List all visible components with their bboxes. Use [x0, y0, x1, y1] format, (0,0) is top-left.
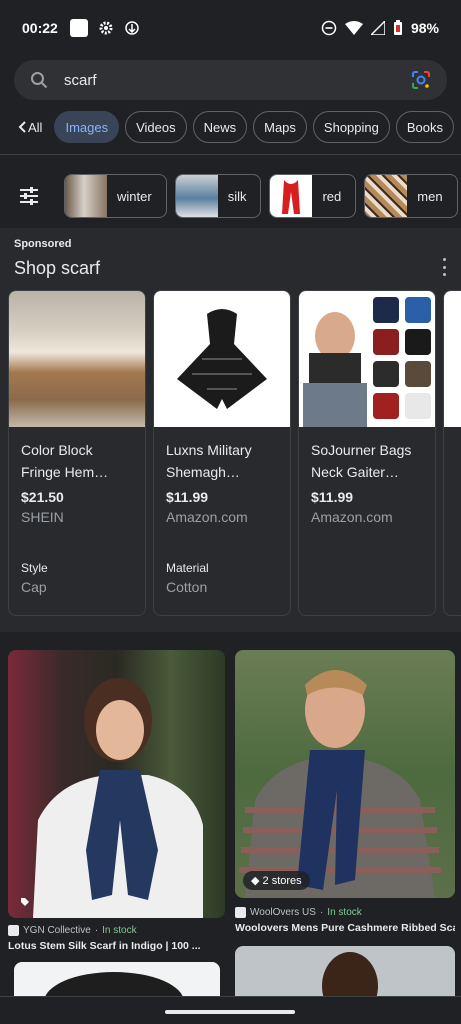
- wifi-icon: [344, 21, 363, 35]
- tag-icon: [21, 898, 29, 906]
- source-name: YGN Collective: [23, 925, 91, 936]
- related-chip-men[interactable]: men: [364, 174, 458, 218]
- result-source[interactable]: WoolOvers US · In stock: [235, 907, 362, 918]
- product-card-partial[interactable]: [443, 290, 461, 616]
- chip-label: men: [417, 188, 443, 204]
- product-price: $11.99: [311, 489, 354, 505]
- product-image: [9, 291, 145, 427]
- product-price: $21.50: [21, 489, 64, 505]
- tab-news[interactable]: News: [192, 111, 248, 143]
- search-icon: [31, 72, 48, 89]
- chip-thumbnail: [365, 175, 408, 217]
- chip-thumbnail: [270, 175, 313, 217]
- status-time: 00:22: [22, 20, 58, 36]
- related-chip-red[interactable]: red: [269, 174, 357, 218]
- result-source[interactable]: YGN Collective · In stock: [8, 925, 137, 936]
- product-image: [299, 291, 435, 427]
- chevron-left-icon: [18, 121, 26, 133]
- product-attribute-key: Material: [166, 561, 209, 575]
- product-card[interactable]: Color Block Fringe Hem… $21.50 SHEIN Sty…: [8, 290, 146, 616]
- search-tabs: All Images Videos News Maps Shopping Boo…: [0, 110, 461, 144]
- filter-sliders-icon[interactable]: [18, 185, 40, 207]
- product-name: Color Block: [21, 442, 93, 458]
- result-title[interactable]: Woolovers Mens Pure Cashmere Ribbed Sca.…: [235, 922, 455, 934]
- product-store: Amazon.com: [166, 509, 248, 525]
- stock-status: In stock: [102, 925, 137, 936]
- status-bar: 00:22 98%: [0, 0, 461, 56]
- chip-label: winter: [117, 188, 152, 204]
- result-image[interactable]: [235, 946, 455, 1002]
- product-carousel: Color Block Fringe Hem… $21.50 SHEIN Sty…: [8, 290, 461, 616]
- site-favicon-icon: [8, 925, 19, 936]
- shop-title: Shop scarf: [14, 258, 101, 278]
- stores-count: 2 stores: [262, 875, 302, 887]
- sponsored-label: Sponsored: [14, 238, 72, 250]
- tab-all-label: All: [28, 119, 43, 135]
- related-searches: winter silk red men: [0, 174, 461, 218]
- settings-icon: [99, 21, 113, 35]
- product-name: SoJourner Bags: [311, 442, 412, 458]
- result-image[interactable]: ◆ 2 stores: [235, 650, 455, 898]
- product-store: SHEIN: [21, 509, 64, 525]
- stores-badge: ◆ 2 stores: [243, 871, 310, 890]
- product-name: Shemagh…: [166, 464, 240, 480]
- product-image: [154, 291, 290, 427]
- site-favicon-icon: [235, 907, 246, 918]
- tabs-divider: [0, 154, 461, 155]
- tab-maps[interactable]: Maps: [253, 111, 307, 143]
- app-notification-icon: [69, 19, 88, 37]
- tab-images[interactable]: Images: [54, 111, 120, 143]
- result-image[interactable]: [8, 650, 225, 918]
- google-lens-icon[interactable]: [411, 70, 431, 90]
- more-vert-icon[interactable]: [443, 258, 447, 276]
- product-card[interactable]: Luxns Military Shemagh… $11.99 Amazon.co…: [153, 290, 291, 616]
- tab-books[interactable]: Books: [395, 111, 455, 143]
- tab-all[interactable]: All: [16, 111, 48, 143]
- do-not-disturb-icon: [321, 20, 337, 36]
- product-name: Luxns Military: [166, 442, 252, 458]
- chip-label: red: [322, 188, 342, 204]
- stock-status: In stock: [327, 907, 362, 918]
- product-name: Neck Gaiter…: [311, 464, 399, 480]
- chip-label: silk: [227, 188, 247, 204]
- battery-icon: [393, 20, 402, 35]
- product-card[interactable]: SoJourner Bags Neck Gaiter… $11.99 Amazo…: [298, 290, 436, 616]
- product-image: [444, 291, 461, 427]
- product-attribute-value: Cotton: [166, 579, 208, 595]
- battery-percent: 98%: [410, 20, 439, 36]
- search-bar[interactable]: scarf: [14, 60, 447, 100]
- result-title[interactable]: Lotus Stem Silk Scarf in Indigo | 100 ..…: [8, 940, 225, 952]
- search-input[interactable]: scarf: [64, 72, 411, 89]
- tab-shopping[interactable]: Shopping: [312, 111, 390, 143]
- data-saver-icon: [125, 21, 139, 35]
- product-attribute-key: Style: [21, 561, 48, 575]
- separator: ·: [319, 907, 324, 918]
- related-chip-winter[interactable]: winter: [64, 174, 167, 218]
- chip-thumbnail: [175, 175, 218, 217]
- product-price: $11.99: [166, 489, 209, 505]
- home-gesture-handle[interactable]: [165, 1010, 295, 1014]
- chip-thumbnail: [65, 175, 107, 217]
- separator: ·: [94, 925, 99, 936]
- cell-signal-icon: [370, 21, 385, 35]
- tag-icon: ◆: [251, 875, 260, 887]
- source-name: WoolOvers US: [250, 907, 316, 918]
- tab-videos[interactable]: Videos: [125, 111, 187, 143]
- product-name: Fringe Hem…: [21, 464, 109, 480]
- product-store: Amazon.com: [311, 509, 393, 525]
- related-chip-silk[interactable]: silk: [174, 174, 262, 218]
- product-attribute-value: Cap: [21, 579, 47, 595]
